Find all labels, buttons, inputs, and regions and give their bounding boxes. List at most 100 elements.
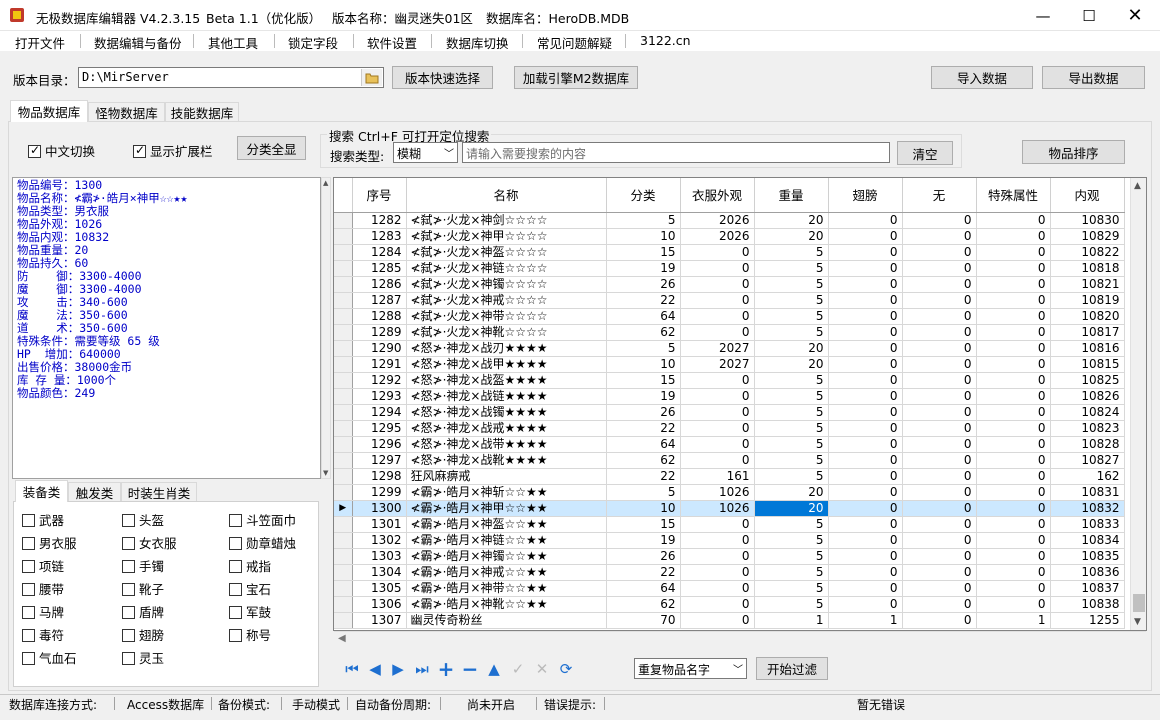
start-filter-button[interactable]: 开始过滤 <box>756 657 828 680</box>
grid-cell[interactable]: 1285 <box>352 260 407 277</box>
table-row[interactable]: 1288 ≮弑≯·火龙×神带☆☆☆☆ 64 0 5 0 0 0 10820 <box>334 308 1125 325</box>
grid-cell[interactable]: 10826 <box>1050 388 1125 405</box>
grid-cell[interactable]: 1289 <box>352 324 407 341</box>
grid-cell[interactable]: 0 <box>680 404 755 421</box>
grid-cell[interactable]: 0 <box>976 276 1051 293</box>
grid-cell[interactable]: 0 <box>680 244 755 261</box>
grid-cell[interactable]: 1302 <box>352 532 407 549</box>
tab-item-db[interactable]: 物品数据库 <box>10 100 88 122</box>
grid-cell[interactable]: 0 <box>828 260 903 277</box>
grid-cell[interactable]: 0 <box>976 564 1051 581</box>
grid-cell[interactable]: ≮弑≯·火龙×神甲☆☆☆☆ <box>406 228 607 245</box>
grid-cell[interactable]: 0 <box>828 500 903 517</box>
grid-cell[interactable]: 5 <box>606 484 681 501</box>
grid-cell[interactable]: 0 <box>828 596 903 613</box>
grid-cell[interactable]: 0 <box>902 532 977 549</box>
grid-cell[interactable]: 0 <box>976 356 1051 373</box>
grid-cell[interactable]: 62 <box>606 596 681 613</box>
grid-cell[interactable]: 10836 <box>1050 564 1125 581</box>
grid-cell[interactable]: 0 <box>828 420 903 437</box>
menu-db-switch[interactable]: 数据库切换 <box>446 33 509 52</box>
grid-cell[interactable]: ≮怒≯·神龙×战刃★★★★ <box>406 340 607 357</box>
menu-data-edit-backup[interactable]: 数据编辑与备份 <box>94 33 182 52</box>
column-header[interactable]: 内观 <box>1050 178 1125 213</box>
tab-monster-db[interactable]: 怪物数据库 <box>88 102 165 122</box>
grid-cell[interactable]: ≮怒≯·神龙×战盔★★★★ <box>406 372 607 389</box>
scroll-up-icon[interactable]: ▲ <box>323 179 328 187</box>
table-row[interactable]: 1298 狂风麻痹戒 22 161 5 0 0 0 162 <box>334 468 1125 485</box>
grid-hscrollbar[interactable]: ◀ <box>334 631 1146 647</box>
scroll-left-icon[interactable]: ◀ <box>338 633 346 644</box>
grid-cell[interactable]: 10832 <box>1050 500 1125 517</box>
grid-cell[interactable]: 10835 <box>1050 548 1125 565</box>
grid-cell[interactable]: 5 <box>754 532 829 549</box>
row-header[interactable] <box>334 420 353 437</box>
grid-cell[interactable]: 1 <box>754 612 829 629</box>
maximize-icon[interactable]: ☐ <box>1066 0 1112 31</box>
search-type-select[interactable]: 模糊 ﹀ <box>393 142 458 163</box>
grid-cell[interactable]: 22 <box>606 420 681 437</box>
grid-cell[interactable]: 0 <box>680 580 755 597</box>
menu-other-tools[interactable]: 其他工具 <box>208 33 258 52</box>
grid-cell[interactable]: 0 <box>902 260 977 277</box>
grid-cell[interactable]: 1292 <box>352 372 407 389</box>
grid-cell[interactable]: 5 <box>754 388 829 405</box>
grid-cell[interactable]: 0 <box>902 244 977 261</box>
grid-cell[interactable]: 1301 <box>352 516 407 533</box>
grid-cell[interactable]: 5 <box>754 276 829 293</box>
grid-cell[interactable]: 1288 <box>352 308 407 325</box>
row-header[interactable] <box>334 596 353 613</box>
grid-cell[interactable]: 1 <box>828 612 903 629</box>
row-header[interactable] <box>334 516 353 533</box>
grid-cell[interactable]: 0 <box>976 420 1051 437</box>
grid-cell[interactable]: 19 <box>606 260 681 277</box>
grid-cell[interactable]: 0 <box>828 372 903 389</box>
grid-cell[interactable]: 0 <box>976 388 1051 405</box>
chinese-switch-checkbox[interactable]: 中文切换 <box>28 141 95 160</box>
grid-cell[interactable]: 0 <box>976 484 1051 501</box>
refresh-icon[interactable]: ⟳ <box>557 660 575 678</box>
grid-cell[interactable]: ≮弑≯·火龙×神剑☆☆☆☆ <box>406 212 607 229</box>
grid-cell[interactable]: 0 <box>828 564 903 581</box>
info-scrollbar[interactable]: ▲ ▼ <box>321 177 331 479</box>
table-row[interactable]: 1304 ≮霸≯·皓月×神戒☆☆★★ 22 0 5 0 0 0 10836 <box>334 564 1125 581</box>
grid-cell[interactable]: ≮怒≯·神龙×战链★★★★ <box>406 388 607 405</box>
row-header[interactable] <box>334 468 353 485</box>
grid-cell[interactable]: 0 <box>828 292 903 309</box>
table-row[interactable]: 1284 ≮弑≯·火龙×神盔☆☆☆☆ 15 0 5 0 0 0 10822 <box>334 244 1125 261</box>
grid-cell[interactable]: 1307 <box>352 612 407 629</box>
grid-cell[interactable]: 20 <box>754 500 829 517</box>
grid-cell[interactable]: 0 <box>976 532 1051 549</box>
grid-cell[interactable]: 0 <box>902 516 977 533</box>
row-header[interactable] <box>334 228 353 245</box>
grid-cell[interactable]: ≮霸≯·皓月×神斩☆☆★★ <box>406 484 607 501</box>
column-header[interactable]: 重量 <box>754 178 829 213</box>
grid-cell[interactable]: 26 <box>606 404 681 421</box>
category-checkbox[interactable]: 项链 <box>22 556 64 575</box>
grid-cell[interactable]: 0 <box>902 388 977 405</box>
row-header[interactable] <box>334 212 353 229</box>
grid-cell[interactable]: ≮怒≯·神龙×战靴★★★★ <box>406 452 607 469</box>
row-header[interactable] <box>334 308 353 325</box>
menu-faq[interactable]: 常见问题解疑 <box>537 33 612 52</box>
table-row[interactable]: 1296 ≮怒≯·神龙×战带★★★★ 64 0 5 0 0 0 10828 <box>334 436 1125 453</box>
grid-cell[interactable]: 19 <box>606 388 681 405</box>
grid-cell[interactable]: 1 <box>976 612 1051 629</box>
grid-cell[interactable]: 62 <box>606 324 681 341</box>
grid-cell[interactable]: 0 <box>902 548 977 565</box>
grid-cell[interactable]: 0 <box>976 372 1051 389</box>
grid-cell[interactable]: 10838 <box>1050 596 1125 613</box>
grid-cell[interactable]: 0 <box>680 372 755 389</box>
grid-cell[interactable]: ≮弑≯·火龙×神带☆☆☆☆ <box>406 308 607 325</box>
grid-cell[interactable]: 22 <box>606 468 681 485</box>
grid-cell[interactable]: ≮霸≯·皓月×神链☆☆★★ <box>406 532 607 549</box>
category-checkbox[interactable]: 腰带 <box>22 579 64 598</box>
grid-cell[interactable]: ≮霸≯·皓月×神盔☆☆★★ <box>406 516 607 533</box>
grid-cell[interactable]: 0 <box>902 276 977 293</box>
table-row[interactable]: 1285 ≮弑≯·火龙×神链☆☆☆☆ 19 0 5 0 0 0 10818 <box>334 260 1125 277</box>
grid-cell[interactable]: 19 <box>606 532 681 549</box>
delete-record-icon[interactable]: − <box>461 657 479 681</box>
menu-open-file[interactable]: 打开文件 <box>15 33 65 52</box>
folder-icon[interactable] <box>361 69 382 86</box>
grid-cell[interactable]: 0 <box>680 436 755 453</box>
